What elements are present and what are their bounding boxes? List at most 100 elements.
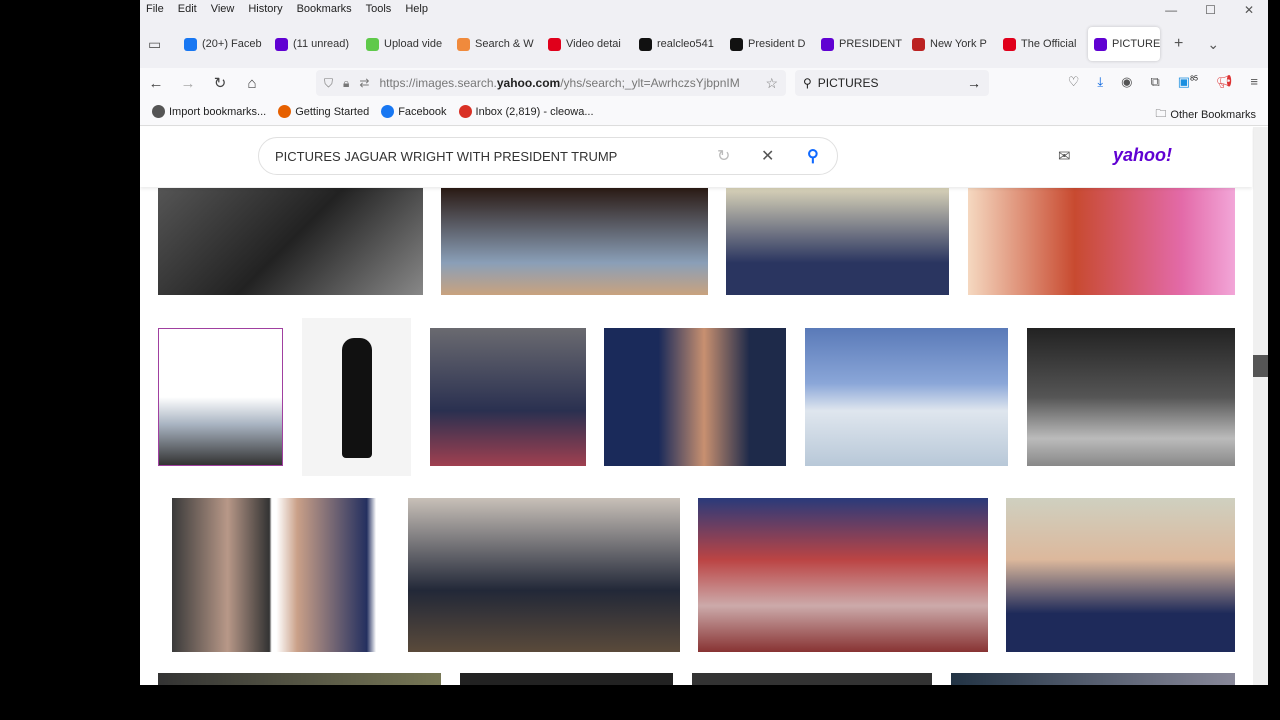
tab[interactable]: (20+) Faceb xyxy=(178,27,269,61)
menu-tools[interactable]: Tools xyxy=(366,3,392,17)
menu-bookmarks[interactable]: Bookmarks xyxy=(297,3,352,17)
image-result[interactable] xyxy=(441,188,708,295)
home-icon[interactable]: ⌂ xyxy=(236,75,268,92)
tab[interactable]: PRESIDENT xyxy=(815,27,906,61)
search-web-icon xyxy=(457,37,470,51)
menu-bar: File Edit View History Bookmarks Tools Help xyxy=(140,0,1268,20)
yahoo-search-icon[interactable]: ⚲ xyxy=(807,146,819,166)
image-result[interactable] xyxy=(604,328,786,466)
image-result[interactable] xyxy=(698,498,988,652)
yahoo-icon xyxy=(1094,37,1107,51)
tab[interactable]: Search & W xyxy=(451,27,542,61)
window-controls: — ☐ ✕ xyxy=(1165,3,1254,17)
tab[interactable]: (11 unread) xyxy=(269,27,360,61)
tab-overview-icon[interactable]: ▭ xyxy=(148,36,178,53)
yahoo-header: PICTURES JAGUAR WRIGHT WITH PRESIDENT TR… xyxy=(140,127,1252,187)
image-result[interactable] xyxy=(951,673,1235,685)
bookmark-item[interactable]: Facebook xyxy=(381,105,447,118)
loading-icon: ↻ xyxy=(717,148,731,165)
image-result[interactable] xyxy=(408,498,680,652)
navigation-bar: ← → ↻ ⌂ ⛉ 🔒︎ ⇄ https://images.search.yah… xyxy=(140,68,1268,98)
image-result[interactable] xyxy=(805,328,1008,466)
youtube-icon xyxy=(548,37,561,51)
toolbar-icons: ♡ ⤓ ◉ ⧉ ▣85 📢︎ ≡ xyxy=(1068,74,1258,90)
permissions-icon[interactable]: ⇄ xyxy=(359,76,369,90)
tab-label: The Official xyxy=(1021,38,1077,50)
minimize-icon[interactable]: — xyxy=(1165,3,1177,17)
tab[interactable]: President D xyxy=(724,27,815,61)
nypost-icon xyxy=(912,37,925,51)
browser-search-box[interactable]: ⚲ PICTURES → xyxy=(795,70,989,96)
bookmarks-bar: Import bookmarks... Getting Started Facebo… xyxy=(140,98,1268,126)
gmail-icon xyxy=(458,105,472,118)
tab-label: (11 unread) xyxy=(293,38,350,50)
image-result[interactable] xyxy=(158,188,423,295)
other-bookmarks[interactable]: 🗀︎ Other Bookmarks xyxy=(1155,105,1256,124)
menu-file[interactable]: File xyxy=(146,3,164,17)
forward-icon[interactable]: → xyxy=(172,75,204,92)
other-bookmarks-label: Other Bookmarks xyxy=(1170,108,1256,121)
account-icon[interactable]: ◉ xyxy=(1121,74,1132,90)
extensions-icon[interactable]: ⧉ xyxy=(1151,74,1160,90)
tab[interactable]: Upload vide xyxy=(360,27,451,61)
bookmark-item[interactable]: Inbox (2,819) - cleowa... xyxy=(458,105,594,118)
scrollbar-thumb[interactable] xyxy=(1253,355,1268,377)
maximize-icon[interactable]: ☐ xyxy=(1205,3,1216,17)
yahoo-search-box[interactable]: PICTURES JAGUAR WRIGHT WITH PRESIDENT TR… xyxy=(258,137,838,175)
bookmark-item[interactable]: Getting Started xyxy=(278,105,369,118)
clear-icon[interactable]: ✕ xyxy=(761,146,774,166)
search-icon: ⚲ xyxy=(803,76,812,90)
url-bar[interactable]: ⛉ 🔒︎ ⇄ https://images.search.yahoo.com/y… xyxy=(316,70,786,96)
image-result[interactable] xyxy=(726,188,949,295)
image-result[interactable] xyxy=(1006,498,1235,652)
image-result[interactable] xyxy=(692,673,932,685)
back-icon[interactable]: ← xyxy=(140,75,172,92)
x-icon xyxy=(730,37,743,51)
menu-view[interactable]: View xyxy=(211,3,235,17)
new-tab-icon[interactable]: + xyxy=(1174,35,1183,53)
mail-icon xyxy=(275,37,288,51)
youtube-icon xyxy=(1003,37,1016,51)
scrollbar[interactable] xyxy=(1253,127,1268,685)
yahoo-search-query[interactable]: PICTURES JAGUAR WRIGHT WITH PRESIDENT TR… xyxy=(275,149,617,164)
go-arrow-icon[interactable]: → xyxy=(967,75,981,91)
yahoo-logo[interactable]: yahoo! xyxy=(1113,145,1172,166)
yahoo-icon xyxy=(821,37,834,51)
close-icon[interactable]: ✕ xyxy=(1244,3,1254,17)
pocket-icon[interactable]: ♡ xyxy=(1068,74,1080,90)
bookmark-item[interactable]: Import bookmarks... xyxy=(152,105,266,118)
image-result[interactable] xyxy=(158,498,390,652)
tab-strip: ▭ (20+) Faceb (11 unread) Upload vide Searc… xyxy=(140,20,1268,68)
image-result[interactable] xyxy=(302,318,411,476)
tab[interactable]: The Official xyxy=(997,27,1088,61)
reload-icon[interactable]: ↻ xyxy=(204,74,236,92)
tab[interactable]: realcleo541 xyxy=(633,27,724,61)
tab-label: PRESIDENT xyxy=(839,38,902,50)
menu-icon[interactable]: ≡ xyxy=(1250,74,1258,90)
menu-history[interactable]: History xyxy=(248,3,282,17)
tab-label: President D xyxy=(748,38,806,50)
image-result[interactable] xyxy=(1027,328,1235,466)
image-result[interactable] xyxy=(968,188,1235,295)
tab[interactable]: New York P xyxy=(906,27,997,61)
browser-search-value: PICTURES xyxy=(817,76,879,90)
lock-icon[interactable]: 🔒︎ xyxy=(343,76,349,91)
menu-help[interactable]: Help xyxy=(405,3,428,17)
image-result[interactable] xyxy=(430,328,586,466)
shield-icon[interactable]: ⛉ xyxy=(324,76,333,91)
facebook-icon xyxy=(381,105,395,118)
tab[interactable]: Video detai xyxy=(542,27,633,61)
download-icon[interactable]: ⤓ xyxy=(1097,74,1103,90)
image-result[interactable] xyxy=(460,673,673,685)
mail-icon[interactable]: ✉ xyxy=(1058,147,1071,165)
bookmark-star-icon[interactable]: ☆ xyxy=(765,75,778,92)
tab[interactable]: PICTURE✕ xyxy=(1088,27,1160,61)
list-tabs-icon[interactable]: ⌄ xyxy=(1207,36,1219,53)
menu-edit[interactable]: Edit xyxy=(178,3,197,17)
bookmark-label: Import bookmarks... xyxy=(169,105,267,118)
extension-badge-icon[interactable]: ▣85 xyxy=(1178,74,1198,90)
megaphone-icon[interactable]: 📢︎ xyxy=(1216,74,1233,90)
image-result[interactable] xyxy=(158,328,283,466)
image-result[interactable] xyxy=(158,673,441,685)
tab-label: Search & W xyxy=(475,38,534,50)
